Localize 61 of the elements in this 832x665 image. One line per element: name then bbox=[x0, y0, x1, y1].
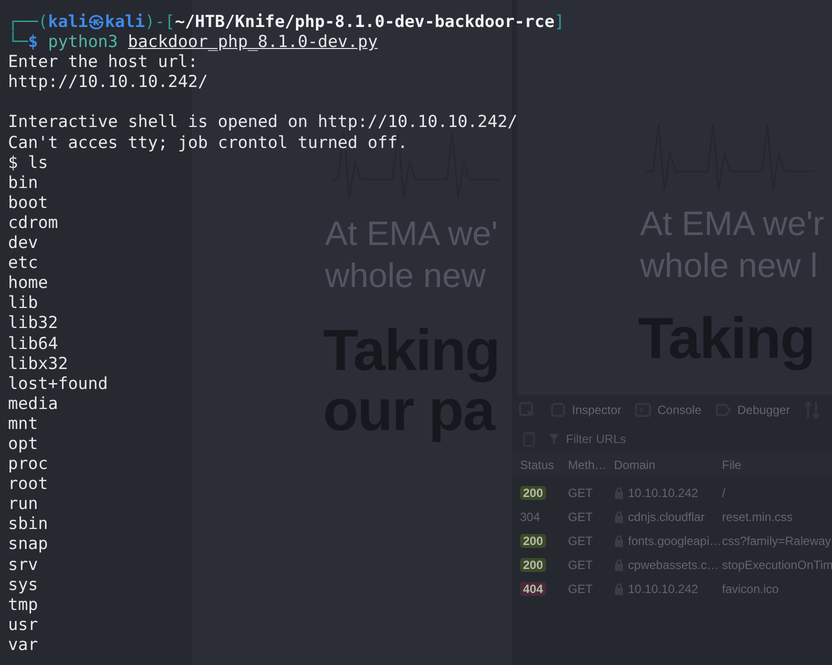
output-line: media bbox=[8, 394, 58, 414]
table-cell-text: / bbox=[722, 486, 726, 500]
column-header: Status bbox=[520, 458, 556, 472]
output-line: Can't acces tty; job crontol turned off. bbox=[8, 132, 408, 153]
output-line: lost+found bbox=[8, 374, 108, 394]
table-cell: cpwebassets.c… bbox=[628, 558, 719, 572]
output-line: run bbox=[8, 494, 38, 514]
output-line: root bbox=[8, 474, 48, 494]
output-line: libx32 bbox=[8, 354, 68, 374]
table-cell-text: GET bbox=[568, 558, 594, 572]
output-line: opt bbox=[8, 434, 38, 454]
tab-label: Inspector bbox=[572, 403, 622, 417]
output-line: sys bbox=[8, 574, 38, 595]
output-line: lib32 bbox=[8, 313, 58, 334]
status-badge: 200 bbox=[520, 486, 546, 500]
output-line: lib64 bbox=[8, 334, 58, 354]
prompt-line: ┌──(kali㉿kali)-[~/HTB/Knife/php-8.1.0-dev-backdoor-rce] bbox=[8, 12, 565, 32]
table-cell-text: GET bbox=[568, 510, 594, 524]
output-line: dev bbox=[8, 233, 38, 254]
output-line: cdrom bbox=[8, 212, 58, 234]
output-line: home bbox=[8, 273, 48, 294]
output-line: tmp bbox=[8, 594, 38, 615]
status-badge: 200 bbox=[520, 558, 546, 572]
table-cell-text: GET bbox=[568, 486, 594, 500]
output-line: bin bbox=[8, 172, 38, 193]
table-cell-text: reset.min.css bbox=[722, 510, 794, 524]
tab-label: Console bbox=[657, 403, 702, 417]
output-line: proc bbox=[8, 454, 48, 474]
column-header: File bbox=[722, 458, 742, 472]
output-line: Enter the host url: bbox=[8, 52, 198, 72]
devtools-tab[interactable]: Console bbox=[635, 402, 702, 418]
table-cell-text: GET bbox=[568, 582, 594, 596]
table-cell: css?family=Raleway bbox=[722, 534, 832, 548]
column-header: Domain bbox=[614, 458, 656, 472]
output-line: sbin bbox=[8, 514, 48, 534]
output-line: $ ls bbox=[8, 152, 48, 173]
output-line: mnt bbox=[8, 414, 38, 434]
tab-label: Debugger bbox=[737, 403, 790, 417]
command-line: └─$ python3 backdoor_php_8.1.0-dev.py bbox=[8, 32, 378, 52]
table-cell: stopExecutionOnTim bbox=[722, 558, 832, 572]
table-cell-text: 304 bbox=[520, 510, 542, 524]
output-line: lib bbox=[8, 293, 38, 314]
output-line: var bbox=[8, 634, 38, 655]
devtools-tab[interactable]: Inspector bbox=[550, 402, 622, 418]
table-cell: fonts.googleapi… bbox=[628, 534, 722, 548]
table-cell-text: GET bbox=[568, 534, 594, 548]
status-badge: 200 bbox=[520, 534, 546, 548]
column-header: Meth… bbox=[568, 458, 608, 472]
table-cell: 10.10.10.242 bbox=[628, 486, 698, 500]
output-line: http://10.10.10.242/ bbox=[8, 72, 208, 92]
output-line: Interactive shell is opened on http://10.10.10.242/ bbox=[8, 112, 518, 133]
status-badge: 404 bbox=[520, 582, 546, 596]
output-line: etc bbox=[8, 253, 38, 274]
devtools-tab[interactable]: Debugger bbox=[715, 402, 790, 418]
table-cell-text: favicon.ico bbox=[722, 582, 780, 596]
output-line: srv bbox=[8, 554, 38, 575]
table-cell: 10.10.10.242 bbox=[628, 582, 698, 596]
output-line: snap bbox=[8, 534, 48, 555]
table-cell: cdnjs.cloudflar bbox=[628, 510, 705, 524]
output-line: usr bbox=[8, 614, 38, 635]
output-line: boot bbox=[8, 192, 48, 213]
